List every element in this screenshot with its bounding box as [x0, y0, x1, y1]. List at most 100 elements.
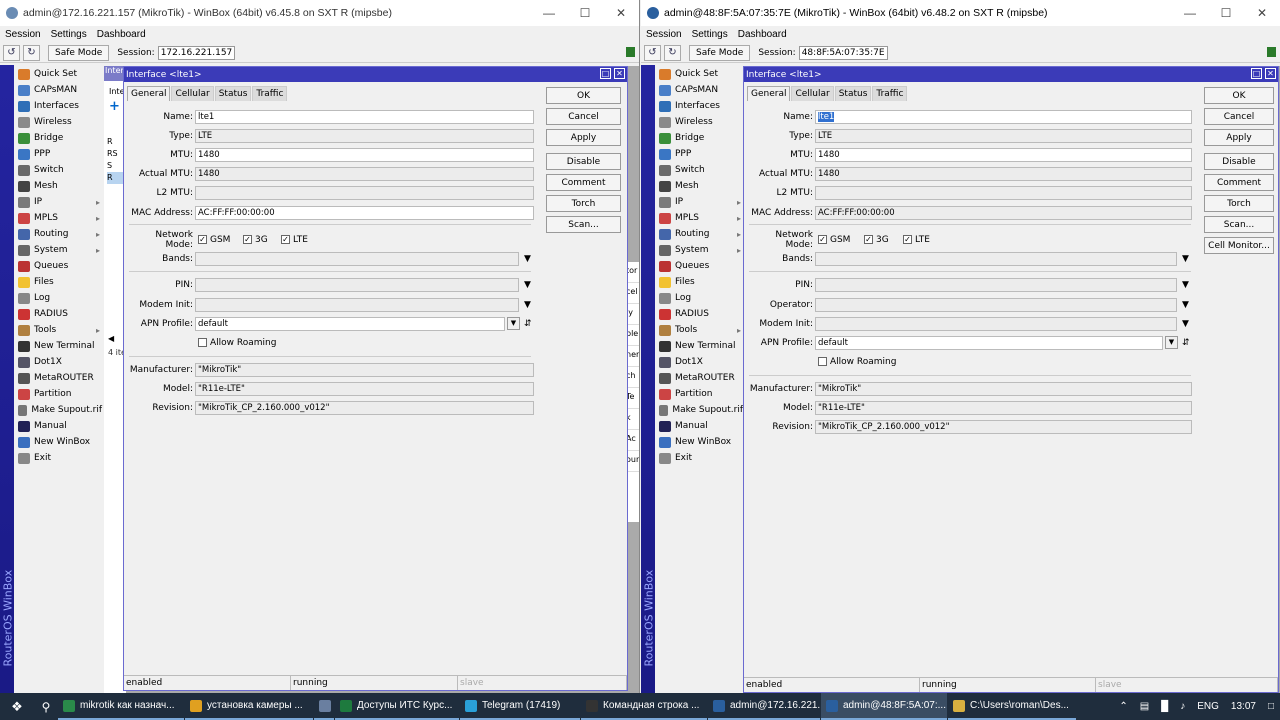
cell-monitor-button[interactable]: Cell Monitor... — [1204, 237, 1274, 254]
dialog-maximize-icon[interactable]: □ — [1251, 68, 1262, 79]
safe-mode-button[interactable]: Safe Mode — [48, 44, 110, 61]
menu-item-new-terminal[interactable]: New Terminal — [657, 338, 743, 354]
taskbar-item[interactable]: Командная строка ... — [581, 693, 707, 720]
mtu-field[interactable]: 1480 — [815, 147, 1192, 162]
menu-item-files[interactable]: Files — [16, 274, 102, 290]
menu-settings[interactable]: Settings — [46, 29, 92, 40]
maximize-icon[interactable]: ☐ — [1208, 6, 1244, 20]
menu-item-bridge[interactable]: Bridge — [16, 130, 102, 146]
taskbar-item[interactable]: admin@48:8F:5A:07:... — [821, 693, 947, 720]
minimize-icon[interactable]: — — [1172, 6, 1208, 20]
checkbox-checked-icon[interactable]: ✓ — [243, 235, 252, 244]
menu-session[interactable]: Session — [641, 29, 687, 40]
menu-item-new-terminal[interactable]: New Terminal — [16, 338, 102, 354]
dropdown-arrow-icon[interactable]: ▼ — [1182, 319, 1189, 329]
menu-item-routing[interactable]: Routing ▸ — [657, 226, 743, 242]
menu-item-exit[interactable]: Exit — [16, 450, 102, 466]
menu-item-metarouter[interactable]: MetaROUTER — [657, 370, 743, 386]
checkbox-checked-icon[interactable]: ✓ — [281, 235, 290, 244]
undo-icon[interactable]: ↺ — [3, 44, 20, 61]
scroll-left-icon[interactable]: ◀ — [108, 334, 114, 343]
close-icon[interactable]: ✕ — [1244, 6, 1280, 20]
taskbar-item[interactable]: Доступы ИТС Курс... — [335, 693, 459, 720]
menu-item-manual[interactable]: Manual — [657, 418, 743, 434]
checkbox-checked-icon[interactable]: ✓ — [903, 235, 912, 244]
modem-init-field[interactable] — [815, 316, 1177, 331]
tray-folder-icon[interactable]: ▤ — [1140, 701, 1149, 712]
network-icon[interactable]: █ — [1161, 701, 1168, 712]
tab-general[interactable]: General — [747, 86, 791, 101]
operator-field[interactable] — [815, 297, 1177, 312]
session-field[interactable]: 172.16.221.157 — [157, 45, 236, 60]
disable-button[interactable]: Disable — [1204, 153, 1274, 170]
tab-traffic[interactable]: Traffic — [252, 86, 288, 101]
dialog-title-bar[interactable]: Interface <lte1> — [124, 67, 627, 82]
dropdown-arrow-icon[interactable]: ▼ — [1182, 300, 1189, 310]
menu-item-dot1x[interactable]: Dot1X — [16, 354, 102, 370]
menu-item-capsman[interactable]: CAPsMAN — [657, 82, 743, 98]
tab-status[interactable]: Status — [214, 86, 252, 101]
menu-dashboard[interactable]: Dashboard — [92, 29, 151, 40]
menu-item-ppp[interactable]: PPP — [16, 146, 102, 162]
scan-button[interactable]: Scan... — [1204, 216, 1274, 233]
torch-button[interactable]: Torch — [1204, 195, 1274, 212]
menu-item-new-winbox[interactable]: New WinBox — [657, 434, 743, 450]
menu-dashboard[interactable]: Dashboard — [733, 29, 792, 40]
pin-field[interactable] — [195, 277, 519, 292]
apply-button[interactable]: Apply — [546, 129, 621, 146]
dropdown-arrow-icon[interactable]: ▼ — [524, 254, 531, 264]
title-bar[interactable]: admin@172.16.221.157 (MikroTik) - WinBox… — [0, 0, 639, 26]
dropdown-arrow-icon[interactable]: ▼ — [1182, 280, 1189, 290]
checkbox-checked-icon[interactable]: ✓ — [818, 235, 827, 244]
apply-button[interactable]: Apply — [1204, 129, 1274, 146]
menu-item-switch[interactable]: Switch — [16, 162, 102, 178]
close-icon[interactable]: ✕ — [603, 6, 639, 20]
name-field[interactable]: lte1 — [815, 109, 1192, 124]
menu-item-queues[interactable]: Queues — [16, 258, 102, 274]
menu-item-metarouter[interactable]: MetaROUTER — [16, 370, 102, 386]
menu-item-mesh[interactable]: Mesh — [16, 178, 102, 194]
apn-profile-select[interactable]: default — [195, 316, 505, 331]
language-indicator[interactable]: ENG — [1197, 701, 1219, 712]
menu-item-log[interactable]: Log — [657, 290, 743, 306]
redo-icon[interactable]: ↻ — [23, 44, 40, 61]
comment-button[interactable]: Comment — [546, 174, 621, 191]
menu-item-log[interactable]: Log — [16, 290, 102, 306]
menu-item-wireless[interactable]: Wireless — [16, 114, 102, 130]
menu-item-make-supout-rif[interactable]: Make Supout.rif — [657, 402, 743, 418]
taskbar-item[interactable]: установка камеры ... — [185, 693, 313, 720]
cancel-button[interactable]: Cancel — [1204, 108, 1274, 125]
select-dropdown-icon[interactable]: ▼ — [507, 317, 520, 330]
dropdown-arrow-icon[interactable]: ▼ — [524, 300, 531, 310]
up-down-arrow-icon[interactable]: ⇵ — [1182, 338, 1190, 348]
menu-item-make-supout-rif[interactable]: Make Supout.rif — [16, 402, 102, 418]
taskbar-item[interactable]: mikrotik как назнач... — [58, 693, 184, 720]
safe-mode-button[interactable]: Safe Mode — [689, 44, 751, 61]
dropdown-arrow-icon[interactable]: ▼ — [524, 280, 531, 290]
menu-item-system[interactable]: System ▸ — [16, 242, 102, 258]
menu-item-quick-set[interactable]: Quick Set — [657, 66, 743, 82]
menu-item-switch[interactable]: Switch — [657, 162, 743, 178]
mode-3g[interactable]: ✓ 3G — [864, 235, 889, 245]
menu-item-wireless[interactable]: Wireless — [657, 114, 743, 130]
comment-button[interactable]: Comment — [1204, 174, 1274, 191]
menu-item-interfaces[interactable]: Interfaces — [16, 98, 102, 114]
apn-profile-select[interactable]: default — [815, 335, 1163, 350]
checkbox-unchecked-icon[interactable] — [818, 357, 827, 366]
menu-settings[interactable]: Settings — [687, 29, 733, 40]
menu-item-bridge[interactable]: Bridge — [657, 130, 743, 146]
menu-item-radius[interactable]: RADIUS — [16, 306, 102, 322]
mode-gsm[interactable]: ✓ GSM — [818, 235, 850, 245]
mode-gsm[interactable]: ✓ GSM — [198, 235, 230, 245]
select-dropdown-icon[interactable]: ▼ — [1165, 336, 1178, 349]
name-field[interactable]: lte1 — [195, 109, 534, 124]
up-down-arrow-icon[interactable]: ⇵ — [524, 319, 532, 329]
dialog-title-bar[interactable]: Interface <lte1> — [744, 67, 1278, 82]
cancel-button[interactable]: Cancel — [546, 108, 621, 125]
windows-start-icon[interactable]: ❖ — [0, 699, 34, 715]
menu-item-ppp[interactable]: PPP — [657, 146, 743, 162]
tab-cellular[interactable]: Cellular — [171, 86, 214, 101]
bands-field[interactable] — [815, 251, 1177, 266]
session-field[interactable]: 48:8F:5A:07:35:7E — [798, 45, 888, 60]
menu-item-exit[interactable]: Exit — [657, 450, 743, 466]
